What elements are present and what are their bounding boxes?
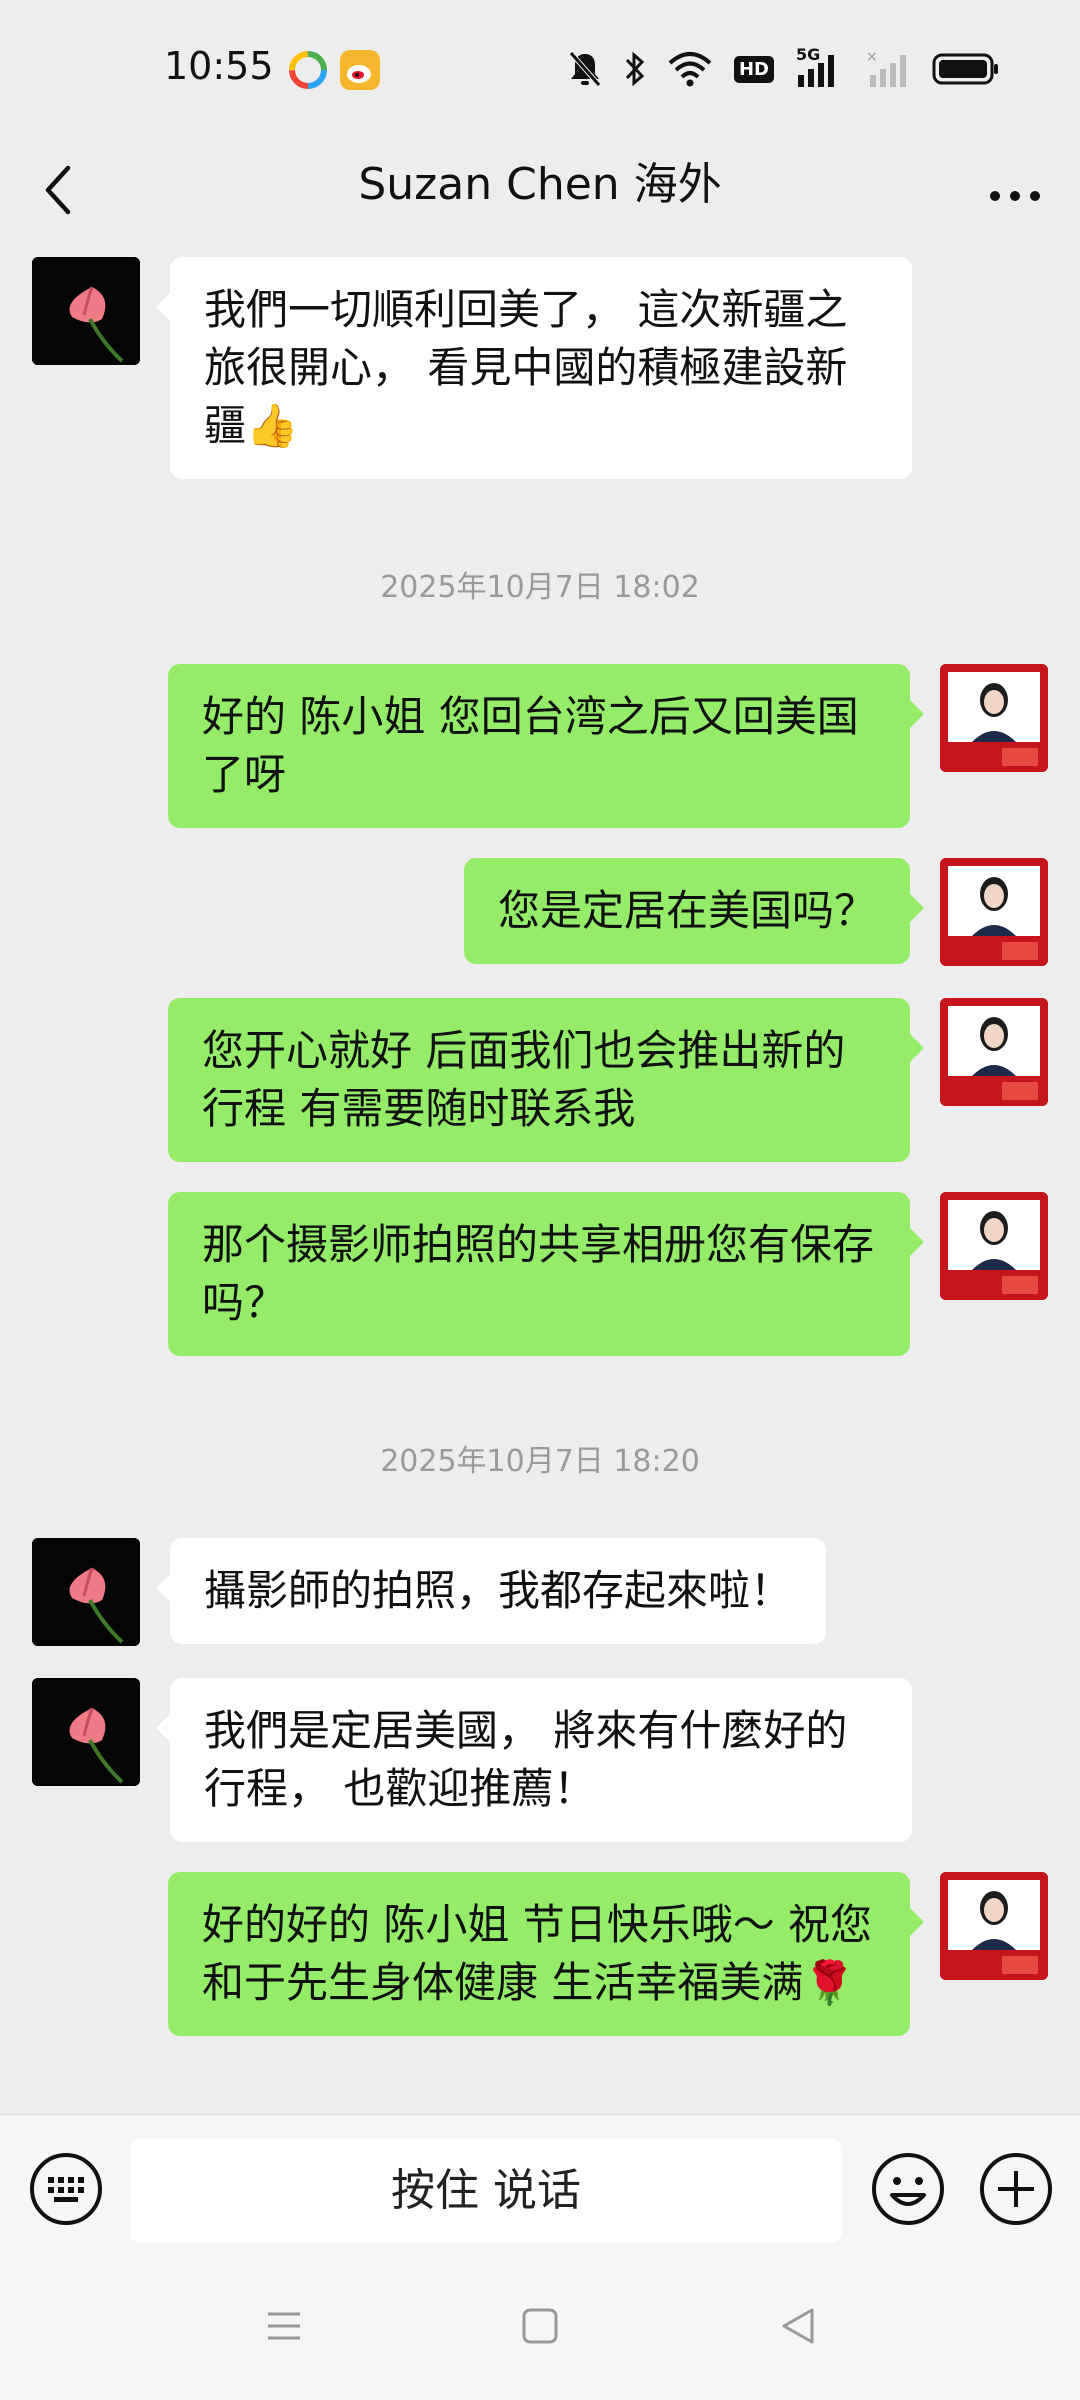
portrait-avatar-image (940, 998, 1048, 1106)
user-avatar[interactable] (940, 664, 1048, 772)
message-bubble-received[interactable]: 我們一切順利回美了， 這次新疆之旅很開心， 看見中國的積極建設新疆👍 (156, 257, 912, 479)
portrait-avatar-image (940, 1192, 1048, 1300)
plus-icon (980, 2153, 1052, 2225)
signal-icon: × (866, 49, 910, 89)
svg-text:×: × (866, 49, 878, 65)
back-triangle-icon (782, 2308, 814, 2344)
home-icon (522, 2308, 558, 2344)
menu-button[interactable] (256, 2298, 312, 2354)
signal-5g-icon: 5G (796, 45, 844, 89)
menu-icon (268, 2312, 300, 2340)
contact-avatar[interactable] (32, 257, 140, 365)
back-nav-button[interactable] (770, 2298, 826, 2354)
status-bar: 10:55 HD 5G × (0, 0, 1080, 140)
keyboard-icon (30, 2153, 102, 2225)
more-functions-button[interactable] (978, 2151, 1054, 2227)
message-bubble-sent[interactable]: 好的 陈小姐 您回台湾之后又回美国了呀 (168, 664, 924, 828)
weibo-icon (340, 50, 380, 90)
chat-title: Suzan Chen 海外 (358, 159, 722, 210)
message-bubble-sent[interactable]: 好的好的 陈小姐 节日快乐哦～ 祝您和于先生身体健康 生活幸福美满🌹 (168, 1872, 924, 2036)
calla-lily-avatar-image (32, 257, 140, 365)
message-bubble-sent[interactable]: 您是定居在美国吗？ (463, 858, 925, 964)
contact-avatar[interactable] (32, 1538, 140, 1646)
calla-lily-avatar-image (32, 1538, 140, 1646)
message-bubble-received[interactable]: 我們是定居美國， 將來有什麼好的行程， 也歡迎推薦！ (156, 1678, 912, 1842)
mute-icon (568, 50, 602, 88)
input-bar: 按住 说话 (0, 2114, 1080, 2255)
bluetooth-icon (624, 50, 646, 88)
system-navigation-bar (0, 2254, 1080, 2400)
portrait-avatar-image (940, 858, 1048, 966)
app-icon-colorful (288, 50, 328, 90)
chat-header: Suzan Chen 海外 (0, 140, 1080, 240)
message-timestamp: 2025年10月7日 18:20 (380, 1444, 700, 1479)
chat-messages: 我們一切順利回美了， 這次新疆之旅很開心， 看見中國的積極建設新疆👍 2025年… (0, 240, 1080, 2112)
contact-avatar[interactable] (32, 1678, 140, 1786)
message-bubble-received[interactable]: 攝影師的拍照，我都存起來啦！ (155, 1538, 827, 1644)
more-button[interactable] (980, 160, 1050, 220)
message-bubble-sent[interactable]: 那个摄影师拍照的共享相册您有保存吗？ (168, 1192, 924, 1356)
hd-icon: HD (733, 55, 774, 83)
portrait-avatar-image (940, 1872, 1048, 1980)
message-timestamp: 2025年10月7日 18:02 (380, 570, 700, 605)
calla-lily-avatar-image (32, 1678, 140, 1786)
message-bubble-sent[interactable]: 您开心就好 后面我们也会推出新的行程 有需要随时联系我 (168, 998, 924, 1162)
user-avatar[interactable] (940, 858, 1048, 966)
battery-icon (932, 52, 1000, 86)
more-dots-icon (990, 191, 1040, 201)
emoji-button[interactable] (870, 2151, 946, 2227)
portrait-avatar-image (940, 664, 1048, 772)
home-button[interactable] (512, 2298, 568, 2354)
user-avatar[interactable] (940, 998, 1048, 1106)
wifi-icon (668, 51, 712, 87)
keyboard-button[interactable] (28, 2151, 104, 2227)
user-avatar[interactable] (940, 1192, 1048, 1300)
emoji-icon (872, 2153, 944, 2225)
user-avatar[interactable] (940, 1872, 1048, 1980)
status-time: 10:55 (164, 44, 274, 88)
hold-to-talk-button[interactable]: 按住 说话 (130, 2139, 842, 2243)
